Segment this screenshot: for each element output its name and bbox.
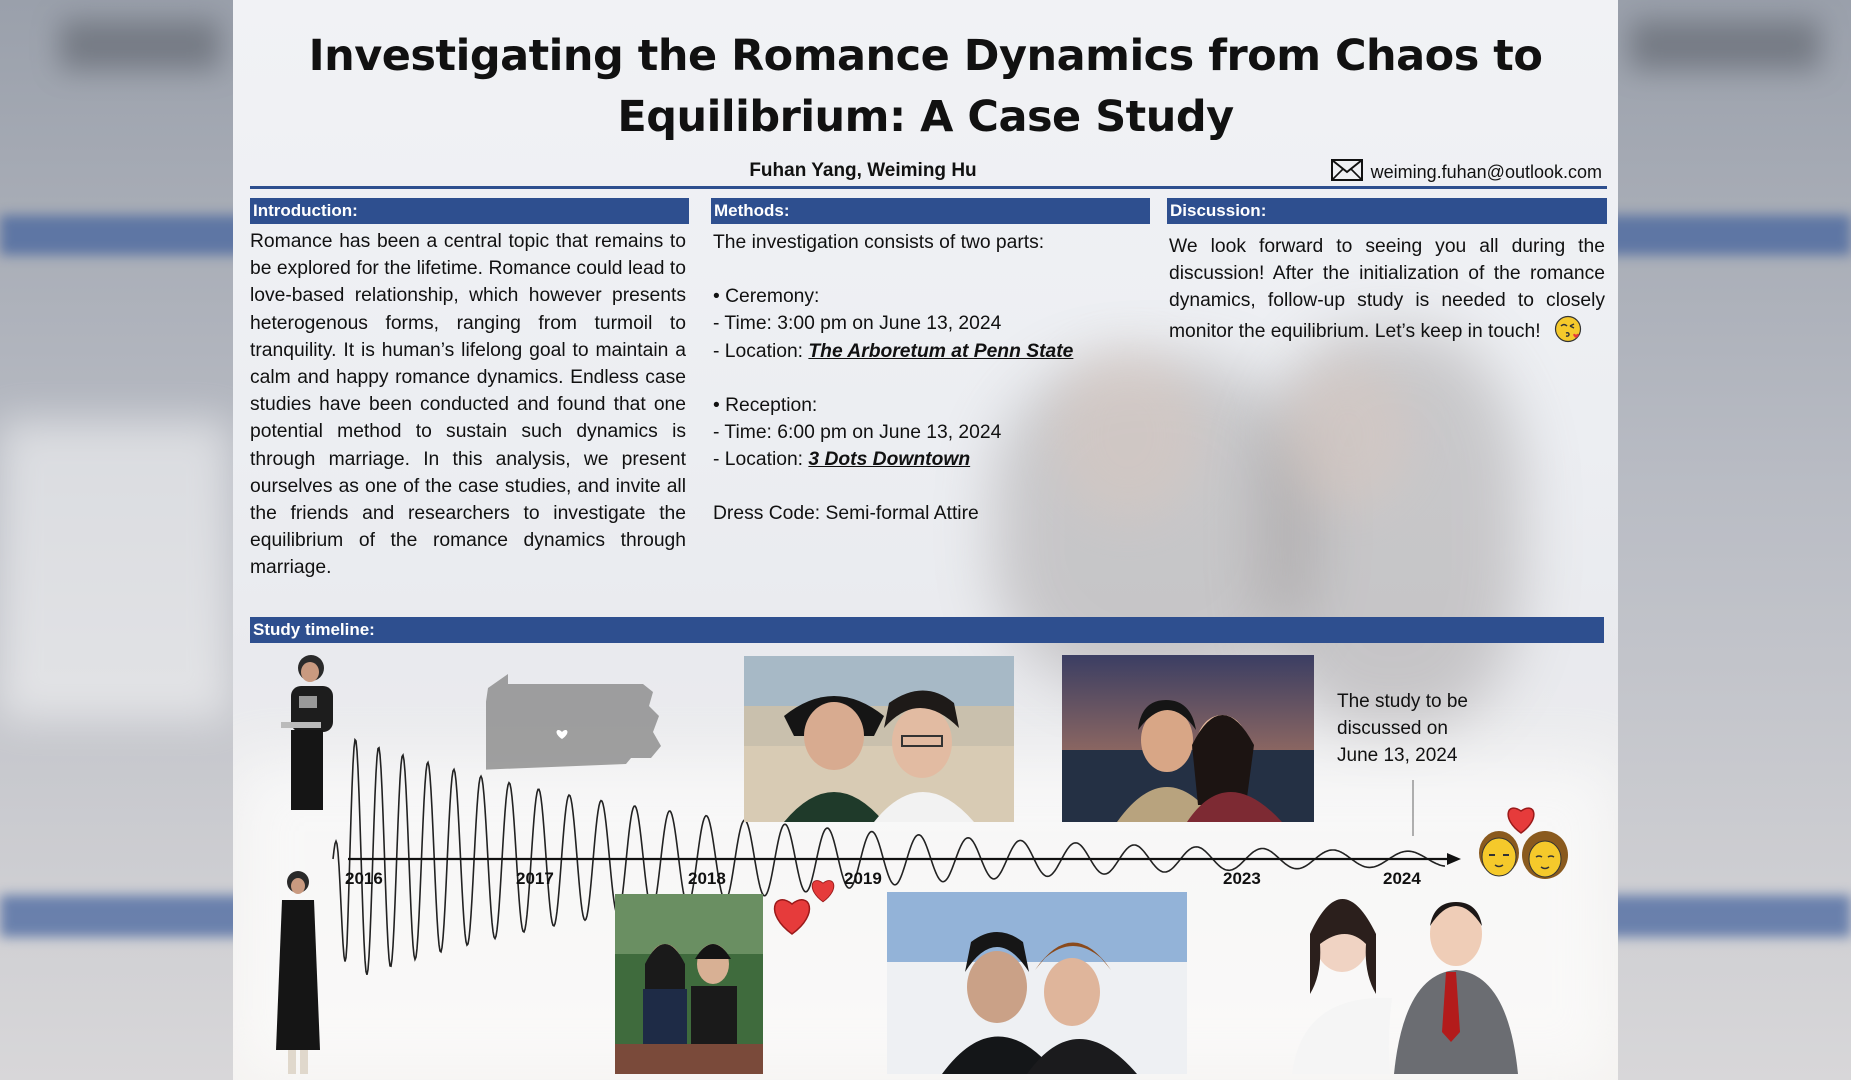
- poster: Investigating the Romance Dynamics from …: [233, 0, 1618, 1080]
- person-photo-top: [273, 650, 333, 815]
- photo-wedding-portrait: [1272, 888, 1534, 1074]
- heart-icon-large: [773, 899, 811, 935]
- backdrop-blur-right: [1630, 20, 1820, 70]
- year-2018: 2018: [688, 869, 726, 888]
- person-photo-bottom: [268, 868, 328, 1078]
- year-2024: 2024: [1383, 869, 1421, 888]
- couple-emoji-icon: [1479, 807, 1568, 879]
- heart-icon-small: [811, 880, 835, 903]
- backdrop-light: [0, 420, 230, 720]
- year-2023: 2023: [1223, 869, 1261, 888]
- year-2016: 2016: [345, 869, 383, 888]
- photo-night-couple: [1062, 655, 1314, 822]
- couple-heart-icon: [1507, 807, 1535, 834]
- year-2019: 2019: [844, 869, 882, 888]
- photo-white-sands: [887, 892, 1187, 1074]
- year-2017: 2017: [516, 869, 554, 888]
- timeline-axis-arrow: [1447, 853, 1461, 865]
- backdrop-blur-left: [60, 20, 220, 70]
- photo-garden-couple: [615, 894, 763, 1074]
- pennsylvania-map: [486, 672, 662, 780]
- timeline-callout: The study to be discussed on June 13, 20…: [1337, 691, 1468, 766]
- photo-beach-selfie: [744, 656, 1014, 822]
